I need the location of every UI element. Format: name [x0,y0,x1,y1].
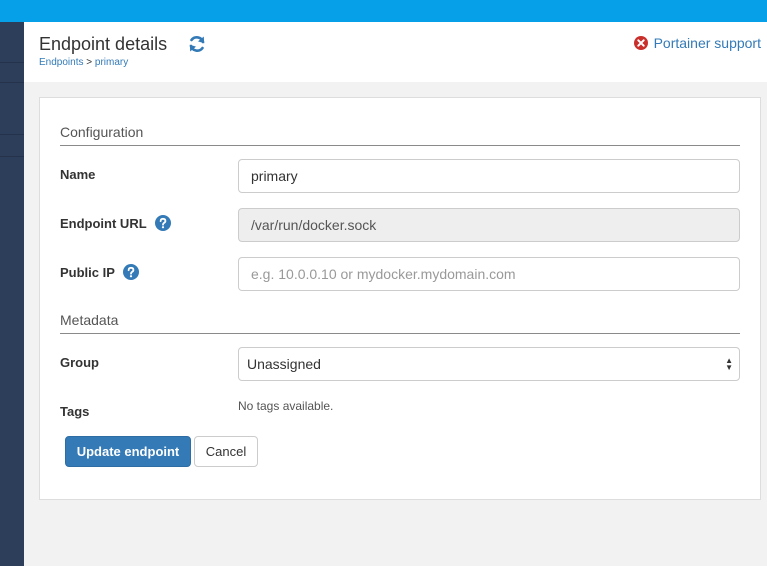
sidebar-divider [0,62,24,63]
update-endpoint-button[interactable]: Update endpoint [65,436,191,467]
group-label-text: Group [60,355,99,370]
portainer-support-link[interactable]: Portainer support [633,35,761,51]
name-label-text: Name [60,167,96,182]
cancel-button[interactable]: Cancel [194,436,258,467]
endpoint-url-input[interactable]: /var/run/docker.sock [238,208,740,242]
public-ip-input[interactable]: e.g. 10.0.0.10 or mydocker.mydomain.com [238,257,740,291]
refresh-icon[interactable] [187,34,207,54]
metadata-section-title: Metadata [60,312,740,334]
page-header: Endpoint details Endpoints > primary Por… [24,22,767,82]
sidebar-divider [0,156,24,157]
name-input[interactable]: primary [238,159,740,193]
breadcrumb-link-endpoints[interactable]: Endpoints [39,57,83,68]
group-select[interactable]: Unassigned ▲ ▼ [238,347,740,381]
sidebar-divider [0,82,24,83]
select-arrows-icon: ▲ ▼ [725,356,733,372]
breadcrumb-current[interactable]: primary [95,57,128,68]
endpoint-url-label-text: Endpoint URL [60,215,147,231]
configuration-section-title: Configuration [60,124,740,146]
public-ip-label: Public IP [60,264,139,280]
public-ip-label-text: Public IP [60,264,115,280]
sidebar [0,22,24,566]
sidebar-divider [0,134,24,135]
breadcrumb: Endpoints > primary [39,57,128,68]
name-label: Name [60,167,95,182]
endpoint-url-label: Endpoint URL [60,215,171,231]
top-bar [0,0,767,22]
support-label: Portainer support [653,35,761,51]
group-label: Group [60,355,99,370]
tags-label: Tags [60,404,89,419]
question-circle-icon[interactable] [122,264,139,280]
tags-label-text: Tags [60,404,90,419]
breadcrumb-separator: > [86,57,93,68]
times-circle-icon [633,36,648,50]
group-selected-value: Unassigned [247,356,321,372]
question-circle-icon[interactable] [154,215,171,231]
endpoint-form-panel: Configuration Name primary Endpoint URL … [39,97,761,500]
no-tags-message: No tags available. [238,399,334,413]
page-title: Endpoint details [39,34,168,54]
